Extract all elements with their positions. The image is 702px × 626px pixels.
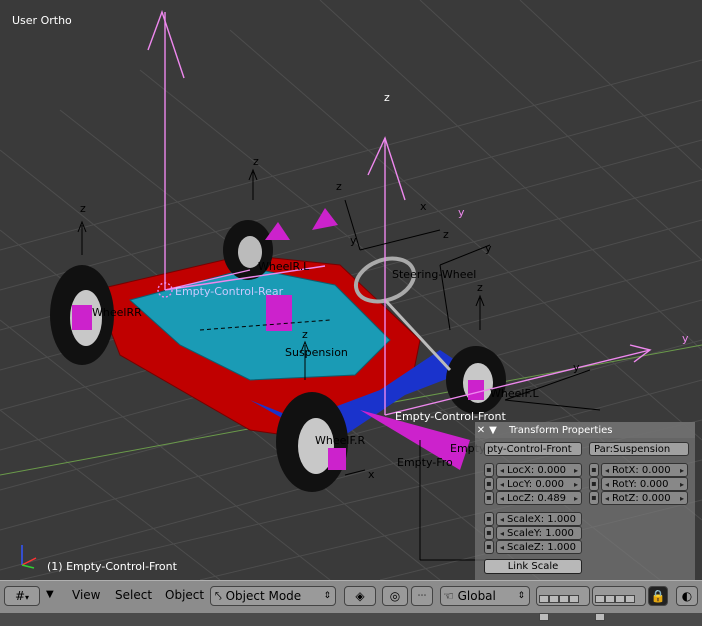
layer-buttons-left[interactable]	[536, 586, 590, 621]
orientation-label: Global	[457, 589, 496, 603]
scalex-field[interactable]: ◂ScaleX: 1.000▸	[496, 512, 582, 526]
pivot-icon: ◎	[389, 589, 401, 603]
lock-icon[interactable]: ▪	[484, 463, 494, 477]
lock-icon[interactable]: ▪	[589, 477, 599, 491]
roty-field[interactable]: ◂ RotY: 0.000 ▸	[601, 477, 688, 491]
lock-icon[interactable]: ▪	[484, 491, 494, 505]
render-icon[interactable]: ◐	[676, 586, 698, 606]
object-mode-icon: ⤣	[215, 589, 222, 603]
panel-header[interactable]: ✕ ▼ Transform Properties	[475, 422, 695, 438]
lock-icon[interactable]: ▪	[589, 463, 599, 477]
axis-label-z: z	[336, 180, 342, 193]
pivot-select[interactable]: ◎	[382, 586, 408, 606]
wheel-fl[interactable]	[446, 346, 506, 414]
suspension-cube[interactable]	[266, 295, 292, 331]
label-wheel-rr: WheelRR	[92, 306, 142, 319]
view-name: User Ortho	[12, 14, 72, 27]
menu-select[interactable]: Select	[115, 588, 152, 602]
updown-icon: ⇕	[323, 591, 331, 601]
updown-icon: ⇕	[517, 591, 525, 601]
menu-object[interactable]: Object	[165, 588, 204, 602]
axis-label-z: z	[384, 91, 390, 104]
grid-icon: #	[14, 589, 26, 603]
label-empty-front-2: Empty-Fro	[397, 456, 453, 469]
active-object-status: (1) Empty-Control-Front	[47, 560, 177, 573]
axis-label-z: z	[302, 328, 308, 341]
dots-icon: ⋯	[417, 591, 427, 601]
hand-icon: ☜	[443, 589, 454, 603]
lock-icon[interactable]: ▪	[589, 491, 599, 505]
lock-icon[interactable]: ▪	[484, 526, 494, 540]
pivot-align-button[interactable]: ⋯	[411, 586, 433, 606]
axis-label-z: z	[253, 155, 259, 168]
mode-label: Object Mode	[225, 589, 302, 603]
editor-type-button[interactable]: #▾	[4, 586, 40, 606]
mode-select[interactable]: ⤣ Object Mode ⇕	[210, 586, 336, 606]
scaley-field[interactable]: ◂ScaleY: 1.000▸	[496, 526, 582, 540]
axis-label-y: y	[458, 206, 465, 219]
lock-icon[interactable]: ▪	[484, 512, 494, 526]
axis-label-y: y	[350, 234, 357, 247]
label-wheel-rl: WheelR.L	[258, 260, 310, 273]
collapse-menus-icon[interactable]: ▼	[46, 589, 54, 600]
locy-field[interactable]: ◂ LocY: 0.000 ▸	[496, 477, 582, 491]
orientation-select[interactable]: ☜ Global ⇕	[440, 586, 530, 606]
axis-label-y: y	[485, 242, 492, 255]
close-icon[interactable]: ✕	[475, 425, 487, 436]
label-wheel-fr: WheelF.R	[315, 434, 365, 447]
rotx-field[interactable]: ◂ RotX: 0.000 ▸	[601, 463, 688, 477]
parent-field[interactable]: Par:Suspension	[589, 442, 689, 456]
draw-type-select[interactable]: ◈	[344, 586, 376, 606]
lock-layers-icon[interactable]: 🔒	[648, 586, 668, 606]
locz-field[interactable]: ◂ LocZ: 0.489 ▸	[496, 491, 582, 505]
label-steering-wheel: Steering-Wheel	[392, 268, 476, 281]
marker-cone-1	[265, 222, 290, 240]
link-scale-button[interactable]: Link Scale	[484, 559, 582, 574]
scalez-field[interactable]: ◂ScaleZ: 1.000▸	[496, 540, 582, 554]
menu-view[interactable]: View	[72, 588, 100, 602]
cube-icon: ◈	[355, 589, 365, 603]
label-suspension: Suspension	[285, 346, 348, 359]
axis-label-y: y	[573, 361, 580, 374]
panel-title: Transform Properties	[509, 424, 613, 436]
locx-field[interactable]: ◂ LocX: 0.000 ▸	[496, 463, 582, 477]
lock-icon[interactable]: ▪	[484, 477, 494, 491]
collapse-icon[interactable]: ▼	[487, 425, 499, 436]
label-wheel-fl: WheelF.L	[490, 387, 539, 400]
chevron-down-icon: ▾	[25, 593, 30, 602]
axis-gizmo	[21, 545, 37, 569]
viewport-header[interactable]: #▾ ▼ View Select Object ⤣ Object Mode ⇕ …	[0, 580, 702, 621]
axis-label-y: y	[682, 332, 689, 345]
axis-label-z: z	[443, 228, 449, 241]
axis-label-z: z	[80, 202, 86, 215]
axis-label-x: x	[368, 468, 375, 481]
axis-label-z: z	[477, 281, 483, 294]
object-name-field[interactable]: pty-Control-Front	[484, 442, 582, 456]
label-empty-rear: Empty-Control-Rear	[175, 285, 284, 298]
rotz-field[interactable]: ◂ RotZ: 0.000 ▸	[601, 491, 688, 505]
lock-icon[interactable]: ▪	[484, 540, 494, 554]
layer-buttons-right[interactable]	[592, 586, 646, 621]
axis-label-x: x	[420, 200, 427, 213]
